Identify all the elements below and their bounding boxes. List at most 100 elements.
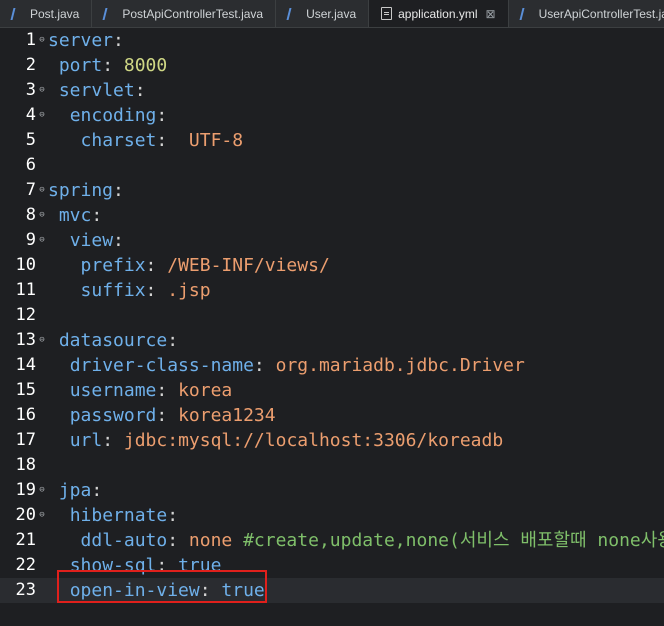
yaml-key: jpa xyxy=(58,480,92,501)
code-line[interactable]: 19 ⊖ jpa: xyxy=(0,478,664,503)
yaml-key: servlet xyxy=(58,80,135,101)
fold-toggle-icon[interactable]: ⊖ xyxy=(36,178,48,203)
close-tab-icon[interactable]: ⊠ xyxy=(486,7,496,21)
code-line[interactable]: 6 xyxy=(0,153,664,178)
line-number: 16 xyxy=(15,405,36,425)
code-line[interactable]: 21 ddl-auto: none #create,update,none(서비… xyxy=(0,528,664,553)
line-number: 23 xyxy=(15,580,36,600)
yaml-key: ddl-auto xyxy=(80,530,168,551)
line-number: 7 xyxy=(25,180,36,200)
code-content: hibernate: xyxy=(48,503,178,528)
colon: : xyxy=(167,505,179,526)
yaml-value: /WEB-INF/views/ xyxy=(156,255,330,276)
java-file-icon xyxy=(286,7,302,20)
code-line[interactable]: 1 ⊖ server: xyxy=(0,28,664,53)
line-number: 2 xyxy=(25,55,36,75)
yaml-key: datasource xyxy=(58,330,168,351)
code-line[interactable]: 18 xyxy=(0,453,664,478)
yaml-key: encoding xyxy=(69,105,157,126)
tab-application-yml[interactable]: application.yml ⊠ xyxy=(369,0,509,27)
yaml-key: charset xyxy=(80,130,157,151)
code-line[interactable]: 4 ⊖ encoding: xyxy=(0,103,664,128)
tab-label: application.yml xyxy=(398,6,478,21)
yaml-key: view xyxy=(69,230,114,251)
yaml-key: hibernate xyxy=(69,505,168,526)
fold-toggle-icon[interactable]: ⊖ xyxy=(36,503,48,528)
yaml-key: url xyxy=(69,430,103,451)
line-number: 20 xyxy=(15,505,36,525)
line-number: 8 xyxy=(25,205,36,225)
java-file-icon xyxy=(10,7,26,20)
tab-userapicontrollertest-java[interactable]: UserApiControllerTest.java xyxy=(509,0,664,27)
yaml-value: UTF-8 xyxy=(167,130,244,151)
fold-toggle-icon[interactable]: ⊖ xyxy=(36,203,48,228)
code-line[interactable]: 11 suffix: .jsp xyxy=(0,278,664,303)
editor-tab-bar: Post.java PostApiControllerTest.java User.… xyxy=(0,0,664,28)
code-line[interactable]: 13 ⊖ datasource: xyxy=(0,328,664,353)
java-file-icon xyxy=(102,7,118,20)
code-line[interactable]: 9 ⊖ view: xyxy=(0,228,664,253)
colon: : xyxy=(113,30,124,51)
code-line[interactable]: 12 xyxy=(0,303,664,328)
tab-postapicontrollertest-java[interactable]: PostApiControllerTest.java xyxy=(92,0,277,27)
tab-user-java[interactable]: User.java xyxy=(276,0,370,27)
colon: : xyxy=(102,430,114,451)
fold-toggle-icon[interactable]: ⊖ xyxy=(36,28,48,53)
colon: : xyxy=(156,405,168,426)
tab-post-java[interactable]: Post.java xyxy=(0,0,93,27)
code-line[interactable]: 5 charset: UTF-8 xyxy=(0,128,664,153)
line-number: 12 xyxy=(15,305,36,325)
code-line[interactable]: 3 ⊖ servlet: xyxy=(0,78,664,103)
code-editor[interactable]: 1 ⊖ server: 2 port: 8000 3 ⊖ servlet: 4 ⊖ encod… xyxy=(0,28,664,626)
code-line[interactable]: 10 prefix: /WEB-INF/views/ xyxy=(0,253,664,278)
fold-toggle-icon[interactable]: ⊖ xyxy=(36,328,48,353)
line-number: 21 xyxy=(15,530,36,550)
yaml-key: prefix xyxy=(80,255,146,276)
line-number: 5 xyxy=(25,130,36,150)
line-number: 4 xyxy=(25,105,36,125)
colon: : xyxy=(167,530,179,551)
code-line[interactable]: 17 url: jdbc:mysql://localhost:3306/kore… xyxy=(0,428,664,453)
code-content: spring: xyxy=(48,178,124,203)
code-line[interactable]: 2 port: 8000 xyxy=(0,53,664,78)
colon: : xyxy=(145,280,157,301)
code-line[interactable]: 8 ⊖ mvc: xyxy=(0,203,664,228)
line-number: 10 xyxy=(15,255,36,275)
code-content: servlet: xyxy=(48,78,146,103)
yaml-key: username xyxy=(69,380,157,401)
code-line[interactable]: 7 ⊖ spring: xyxy=(0,178,664,203)
code-line[interactable]: 20 ⊖ hibernate: xyxy=(0,503,664,528)
code-content: driver-class-name: org.mariadb.jdbc.Driv… xyxy=(48,353,525,378)
fold-toggle-icon[interactable]: ⊖ xyxy=(36,478,48,503)
colon: : xyxy=(156,380,168,401)
java-file-icon xyxy=(519,7,535,20)
line-number: 22 xyxy=(15,555,36,575)
code-line[interactable]: 14 driver-class-name: org.mariadb.jdbc.D… xyxy=(0,353,664,378)
code-content: charset: UTF-8 xyxy=(48,128,244,153)
fold-toggle-icon[interactable]: ⊖ xyxy=(36,103,48,128)
code-line[interactable]: 15 username: korea xyxy=(0,378,664,403)
code-content: ddl-auto: none #create,update,none(서비스 배… xyxy=(48,528,664,553)
fold-toggle-icon[interactable]: ⊖ xyxy=(36,78,48,103)
colon: : xyxy=(134,80,146,101)
yaml-key: password xyxy=(69,405,157,426)
code-content: mvc: xyxy=(48,203,102,228)
code-line[interactable]: 16 password: korea1234 xyxy=(0,403,664,428)
colon: : xyxy=(102,55,114,76)
yaml-key: mvc xyxy=(58,205,92,226)
yaml-value: 8000 xyxy=(113,55,168,76)
fold-toggle-icon[interactable]: ⊖ xyxy=(36,228,48,253)
yaml-key: suffix xyxy=(80,280,146,301)
code-content: datasource: xyxy=(48,328,178,353)
yaml-key: spring xyxy=(48,180,114,201)
